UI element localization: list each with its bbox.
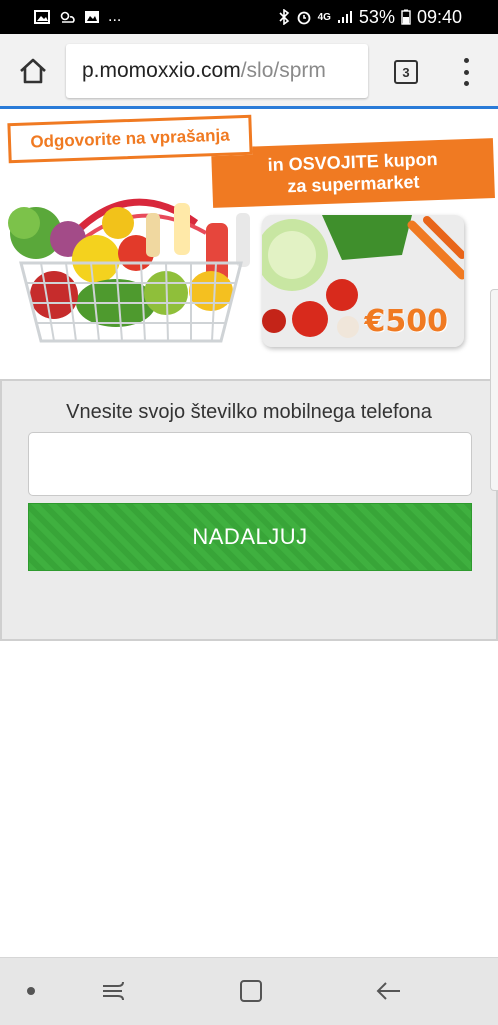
battery-icon xyxy=(401,9,411,25)
signal-icon xyxy=(337,11,352,23)
system-nav-bar xyxy=(0,957,498,1025)
image-icon xyxy=(34,10,50,24)
recent-apps-icon[interactable] xyxy=(98,976,128,1006)
weather-icon xyxy=(60,11,75,23)
continue-button[interactable]: NADALJUJ xyxy=(28,503,472,571)
status-time: 09:40 xyxy=(416,6,462,27)
back-icon[interactable] xyxy=(374,976,404,1006)
address-bar[interactable]: p.momoxxio.com/slo/sprm xyxy=(66,44,368,98)
promo-banner: in OSVOJITE kupon za supermarket Odgovor… xyxy=(0,109,498,379)
home-nav-icon[interactable] xyxy=(236,976,266,1006)
status-right: 4G 53% 09:40 xyxy=(278,7,498,28)
network-type: 4G xyxy=(317,11,331,23)
bluetooth-icon xyxy=(279,9,289,25)
phone-number-input[interactable] xyxy=(28,432,472,496)
battery-percent: 53% xyxy=(358,6,395,27)
phone-label: Vnesite svojo številko mobilnega telefon… xyxy=(66,401,432,423)
gallery-icon xyxy=(85,11,99,23)
overflow-menu-icon[interactable] xyxy=(458,58,474,86)
nav-hide-dot-icon[interactable] xyxy=(27,987,35,995)
browser-toolbar: p.momoxxio.com/slo/sprm 3 xyxy=(0,34,498,108)
url-host: p.momoxxio.com xyxy=(82,59,241,82)
win-voucher-line2: za supermarket xyxy=(287,171,420,197)
alarm-icon xyxy=(297,11,310,25)
status-left: ... xyxy=(0,8,121,26)
status-overflow: ... xyxy=(108,8,122,25)
grocery-basket-image xyxy=(8,198,250,343)
page-scrollbar[interactable] xyxy=(490,289,498,491)
tab-switcher-button[interactable]: 3 xyxy=(394,60,418,84)
url-path: /slo/sprm xyxy=(240,59,326,82)
voucher-card-image: €500 xyxy=(262,215,464,347)
voucher-amount: €500 xyxy=(364,304,449,339)
status-bar: ... 4G 53% 09:40 xyxy=(0,0,498,34)
phone-form: Vnesite svojo številko mobilnega telefon… xyxy=(0,379,498,641)
home-icon[interactable] xyxy=(18,56,48,86)
answer-questions-tag: Odgovorite na vprašanja xyxy=(7,114,253,164)
